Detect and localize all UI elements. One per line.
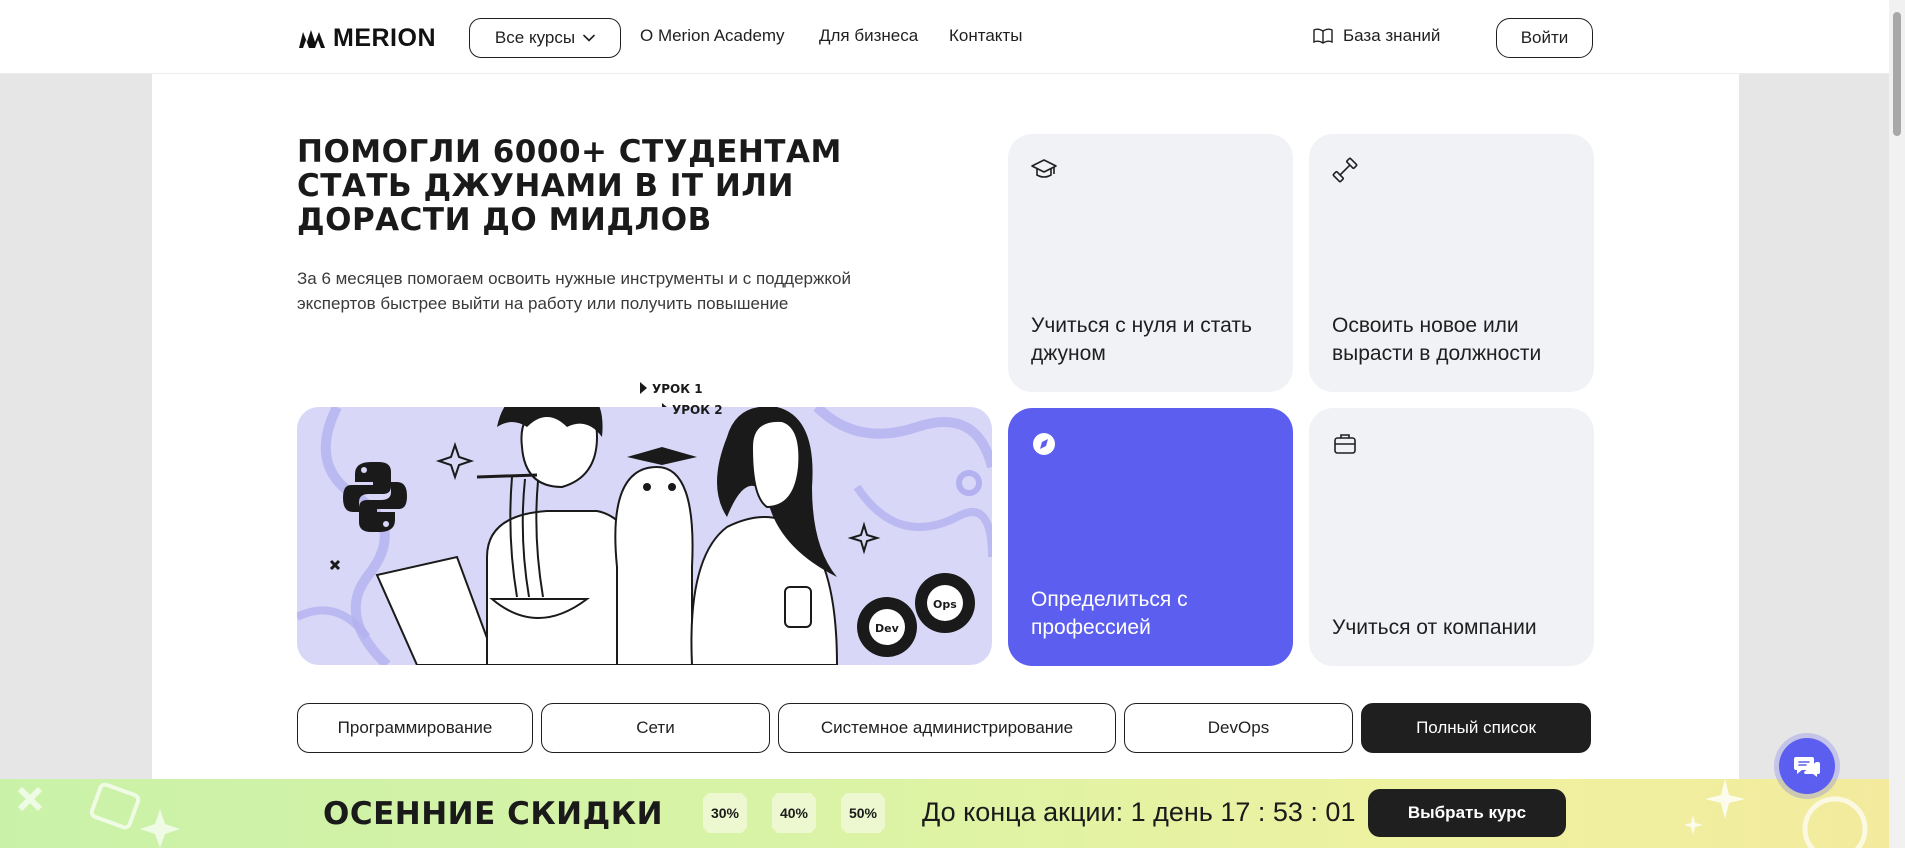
discount-badge: 50% bbox=[841, 793, 885, 833]
site-header: MERION Все курсы О Merion Academy Для би… bbox=[0, 0, 1905, 74]
devops-ops-label: Ops bbox=[933, 598, 957, 611]
category-label: Сети bbox=[636, 718, 675, 737]
category-programming[interactable]: Программирование bbox=[297, 703, 533, 753]
chevron-down-icon bbox=[583, 34, 595, 42]
logo-text: MERION bbox=[333, 24, 436, 52]
card-label: Учиться с нуля и стать джуном bbox=[1031, 314, 1252, 365]
hero-subtitle: За 6 месяцев помогаем освоить нужные инс… bbox=[297, 269, 851, 313]
chat-button[interactable] bbox=[1779, 738, 1835, 794]
card-grow-in-position[interactable]: Освоить новое или вырасти в должности bbox=[1309, 134, 1594, 392]
promo-title: ОСЕННИЕ СКИДКИ bbox=[323, 796, 664, 832]
knowledge-base-label: База знаний bbox=[1343, 26, 1441, 45]
promo-decoration bbox=[17, 782, 180, 848]
chat-icon bbox=[1794, 757, 1820, 777]
lesson-2-label: УРОК 2 bbox=[672, 403, 723, 417]
login-label: Войти bbox=[1520, 28, 1569, 47]
card-learn-from-company[interactable]: Учиться от компании bbox=[1309, 408, 1594, 666]
discount-badge: 30% bbox=[703, 793, 747, 833]
play-icon bbox=[640, 382, 647, 394]
students-illustration: Dev Ops bbox=[297, 407, 992, 665]
category-label: DevOps bbox=[1207, 718, 1270, 737]
category-devops[interactable]: DevOps bbox=[1124, 703, 1353, 753]
promo-countdown: До конца акции: 1 день 17 : 53 : 01 bbox=[922, 797, 1356, 827]
card-label: Освоить новое или вырасти в должности bbox=[1332, 314, 1542, 365]
category-sysadmin[interactable]: Системное администрирование bbox=[778, 703, 1116, 753]
category-label: Полный список bbox=[1416, 718, 1536, 737]
hero-title: Помогли 6000+ студентам стать джунами в … bbox=[297, 134, 842, 238]
card-learn-from-scratch[interactable]: Учиться с нуля и стать джуном bbox=[1008, 134, 1293, 392]
category-networks[interactable]: Сети bbox=[541, 703, 770, 753]
card-choose-profession[interactable]: Определиться с профессией bbox=[1008, 408, 1293, 666]
category-label: Системное администрирование bbox=[820, 718, 1074, 737]
dumbbell-icon bbox=[1332, 157, 1358, 183]
knowledge-base-link[interactable]: База знаний bbox=[1313, 26, 1440, 46]
all-courses-button[interactable]: Все курсы bbox=[469, 18, 621, 58]
lesson-1-label: УРОК 1 bbox=[652, 382, 703, 396]
card-label: Учиться от компании bbox=[1332, 616, 1537, 639]
discount-badge: 40% bbox=[772, 793, 816, 833]
devops-infinity-icon: Dev Ops bbox=[857, 573, 975, 657]
card-label: Определиться с профессией bbox=[1031, 588, 1188, 639]
hero-illustration: Dev Ops bbox=[297, 407, 992, 665]
nav-link-contacts[interactable]: Контакты bbox=[949, 26, 1022, 46]
devops-dev-label: Dev bbox=[875, 622, 900, 635]
merion-logo-icon bbox=[299, 29, 325, 48]
category-full-list[interactable]: Полный список bbox=[1361, 703, 1591, 753]
choose-course-label: Выбрать курс bbox=[1407, 803, 1527, 822]
scrollbar-thumb[interactable] bbox=[1893, 12, 1901, 136]
merion-logo[interactable]: MERION bbox=[297, 24, 436, 53]
choose-course-button[interactable]: Выбрать курс bbox=[1368, 789, 1566, 837]
lesson-2-tag: УРОК 2 bbox=[672, 403, 723, 417]
category-label: Программирование bbox=[337, 718, 493, 737]
compass-icon bbox=[1033, 433, 1055, 455]
python-logo-icon bbox=[343, 462, 407, 532]
promo-banner: ОСЕННИЕ СКИДКИ 30% 40% 50% До конца акци… bbox=[0, 779, 1905, 848]
promo-decoration bbox=[1685, 779, 1868, 848]
login-button[interactable]: Войти bbox=[1496, 18, 1593, 58]
nav-link-about[interactable]: О Merion Academy bbox=[640, 26, 785, 46]
nav-link-business[interactable]: Для бизнеса bbox=[819, 26, 918, 46]
page-scrollbar[interactable] bbox=[1889, 0, 1905, 848]
briefcase-icon bbox=[1334, 434, 1356, 454]
all-courses-label: Все курсы bbox=[494, 28, 576, 47]
graduation-cap-icon bbox=[1031, 159, 1057, 178]
book-icon bbox=[1313, 28, 1333, 44]
